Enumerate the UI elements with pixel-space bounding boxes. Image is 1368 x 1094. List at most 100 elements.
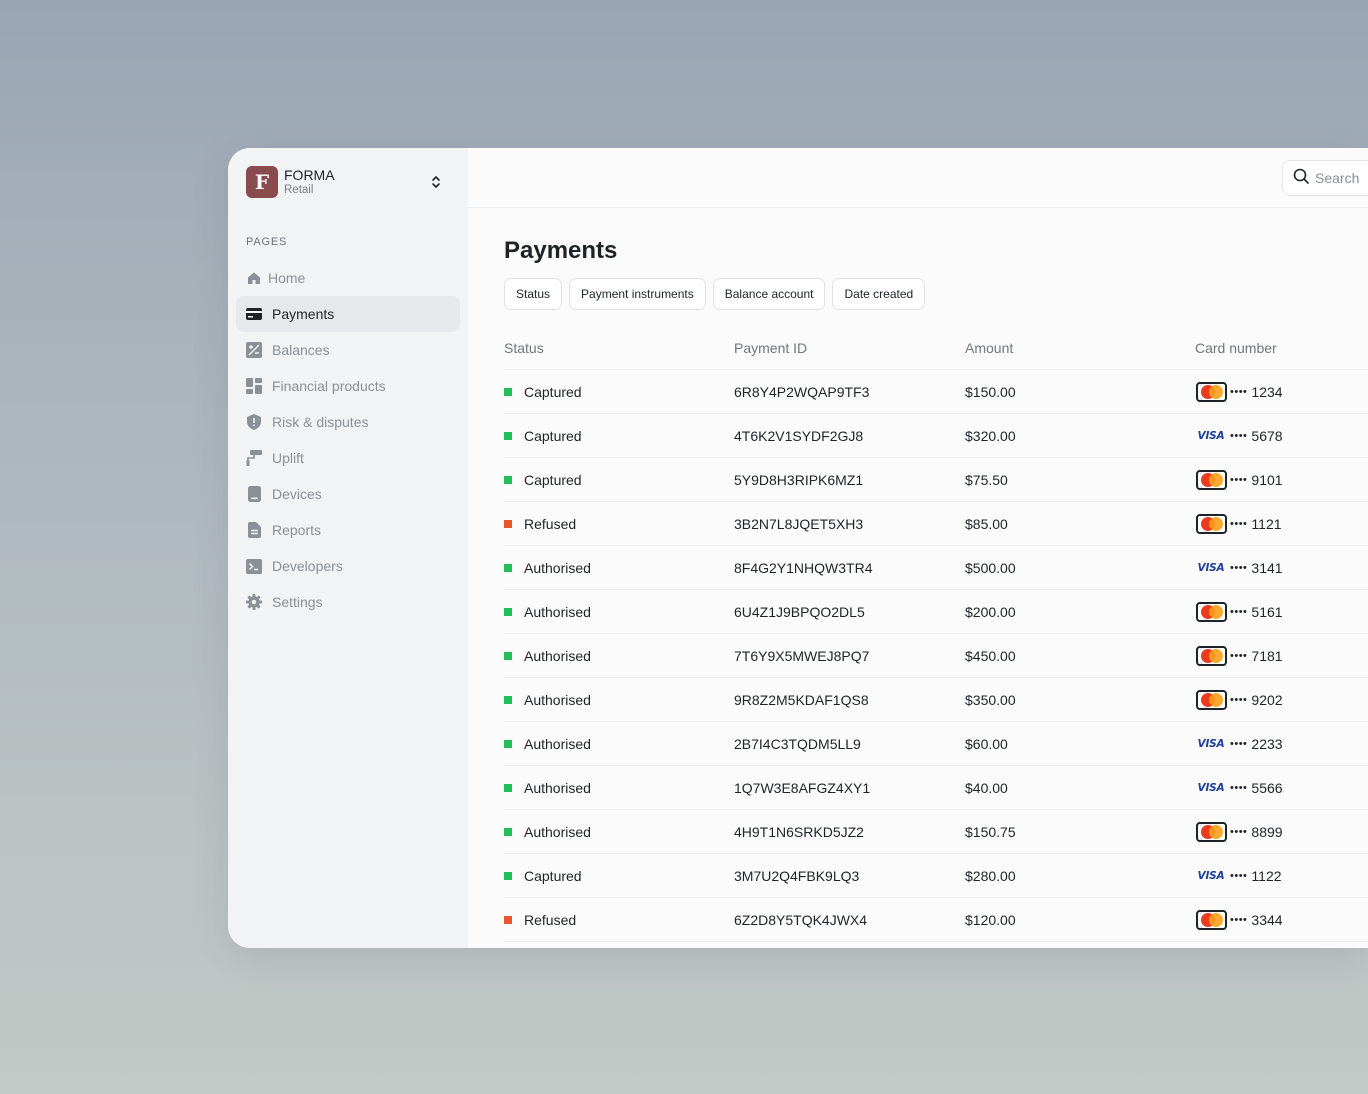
card-last4: 7181 [1251,647,1283,664]
pages-section-label: PAGES [246,236,288,248]
shield-icon [246,414,262,430]
mastercard-icon [1195,645,1227,666]
sidebar-item-devices[interactable]: Devices [236,476,460,512]
status-label: Captured [524,867,582,884]
visa-wordmark: VISA [1197,429,1225,442]
masked-digits: •••• [1230,473,1248,486]
table-row[interactable]: Authorised 7T6Y9X5MWEJ8PQ7 $450.00 •••• 7181 [504,634,1368,678]
amount-cell: $85.00 [965,515,1008,532]
status-indicator [504,607,512,616]
table-row[interactable]: Authorised 1Q7W3E8AFGZ4XY1 $40.00 VISA •••• 5… [504,766,1368,810]
credit-card-icon [246,306,262,322]
card-number-cell: •••• 1121 [1195,513,1368,534]
sidebar-item-financial-products[interactable]: Financial products [236,368,460,404]
masked-digits: •••• [1230,561,1248,574]
card-last4: 5566 [1251,779,1283,796]
table-row[interactable]: Authorised 2B7I4C3TQDM5LL9 $60.00 VISA •••• 2… [504,722,1368,766]
table-row[interactable]: Captured 6R8Y4P2WQAP9TF3 $150.00 •••• 1234 [504,370,1368,414]
mastercard-icon [1195,381,1227,402]
mastercard-icon [1195,601,1227,622]
sidebar-item-balances[interactable]: Balances [236,332,460,368]
visa-icon: VISA [1195,866,1227,886]
filter-bar: Status Payment instruments Balance accou… [504,278,932,310]
sidebar-item-payments[interactable]: Payments [236,296,460,332]
visa-icon: VISA [1195,734,1227,754]
masked-digits: •••• [1230,737,1248,750]
search-placeholder: Search [1315,170,1360,186]
sidebar-item-label: Developers [272,558,343,574]
status-label: Authorised [524,603,591,620]
paint-roller-icon [246,450,262,466]
masked-digits: •••• [1230,781,1248,794]
sidebar-item-uplift[interactable]: Uplift [236,440,460,476]
card-number-cell: •••• 1234 [1195,381,1368,402]
brand-logo: F [246,166,278,198]
document-icon [246,522,262,538]
card-last4: 5678 [1251,427,1283,444]
page-title: Payments [504,237,618,264]
status-indicator [504,783,512,792]
status-indicator [504,519,512,528]
visa-wordmark: VISA [1197,781,1225,794]
sidebar-item-settings[interactable]: Settings [236,584,460,620]
status-cell: Refused [504,516,734,532]
filter-date-created[interactable]: Date created [832,278,926,310]
column-header-amount[interactable]: Amount [965,340,1195,356]
sidebar-item-reports[interactable]: Reports [236,512,460,548]
status-cell: Authorised [504,780,734,796]
payment-id-cell: 6Z2D8Y5TQK4JWX4 [734,911,868,928]
amount-cell: $150.75 [965,823,1016,840]
sidebar-item-home[interactable]: Home [236,260,460,296]
account-switcher[interactable]: F FORMA Retail [246,166,452,198]
chevron-up-down-icon[interactable] [430,174,442,190]
table-row[interactable]: Authorised 9R8Z2M5KDAF1QS8 $350.00 •••• 9202 [504,678,1368,722]
amount-cell: $60.00 [965,735,1008,752]
amount-cell: $75.50 [965,471,1008,488]
table-row[interactable]: Captured 5Y9D8H3RIPK6MZ1 $75.50 •••• 9101 [504,458,1368,502]
table-row[interactable]: Captured 3M7U2Q4FBK9LQ3 $280.00 VISA •••• 112… [504,854,1368,898]
status-label: Refused [524,515,577,532]
table-row[interactable]: Authorised 6U4Z1J9BPQO2DL5 $200.00 •••• 5161 [504,590,1368,634]
amount-cell: $120.00 [965,911,1016,928]
filter-status[interactable]: Status [504,278,563,310]
table-row[interactable]: Refused 6Z2D8Y5TQK4JWX4 $120.00 •••• 3344 [504,898,1368,942]
status-cell: Authorised [504,648,734,664]
terminal-icon [246,558,262,574]
column-header-payment-id[interactable]: Payment ID [734,340,965,356]
card-number-cell: VISA •••• 1122 [1195,866,1368,886]
column-header-status[interactable]: Status [504,340,734,356]
sidebar-item-label: Risk & disputes [272,414,369,430]
sidebar-item-label: Payments [272,306,335,322]
card-last4: 1234 [1251,383,1283,400]
sidebar-item-developers[interactable]: Developers [236,548,460,584]
column-header-card-number[interactable]: Card number [1195,340,1368,356]
filter-balance-account[interactable]: Balance account [712,278,826,310]
card-last4: 1121 [1251,515,1282,532]
card-number-cell: VISA •••• 2233 [1195,734,1368,754]
table-row[interactable]: Authorised 4H9T1N6SRKD5JZ2 $150.75 •••• 8899 [504,810,1368,854]
card-last4: 5161 [1251,603,1283,620]
sidebar-item-risk-disputes[interactable]: Risk & disputes [236,404,460,440]
search-input[interactable]: Search [1282,160,1368,196]
table-row[interactable]: Authorised 8F4G2Y1NHQW3TR4 $500.00 VISA ••••… [504,546,1368,590]
masked-digits: •••• [1230,825,1248,838]
device-icon [246,486,262,502]
brand-text: FORMA Retail [284,167,335,197]
amount-cell: $150.00 [965,383,1016,400]
masked-digits: •••• [1230,517,1248,530]
card-number-cell: •••• 8899 [1195,821,1368,842]
status-indicator [504,827,512,836]
payment-id-cell: 9R8Z2M5KDAF1QS8 [734,691,869,708]
amount-cell: $350.00 [965,691,1016,708]
table-body: Captured 6R8Y4P2WQAP9TF3 $150.00 •••• 1234 Ca… [504,370,1368,942]
status-indicator [504,915,512,924]
filter-payment-instruments[interactable]: Payment instruments [569,278,706,310]
status-label: Authorised [524,735,591,752]
table-row[interactable]: Refused 3B2N7L8JQET5XH3 $85.00 •••• 1121 [504,502,1368,546]
visa-wordmark: VISA [1197,737,1225,750]
payment-id-cell: 2B7I4C3TQDM5LL9 [734,735,861,752]
top-bar: Search [468,148,1368,208]
sidebar-item-label: Home [268,270,306,286]
table-row[interactable]: Captured 4T6K2V1SYDF2GJ8 $320.00 VISA •••• 56… [504,414,1368,458]
status-cell: Captured [504,868,734,884]
